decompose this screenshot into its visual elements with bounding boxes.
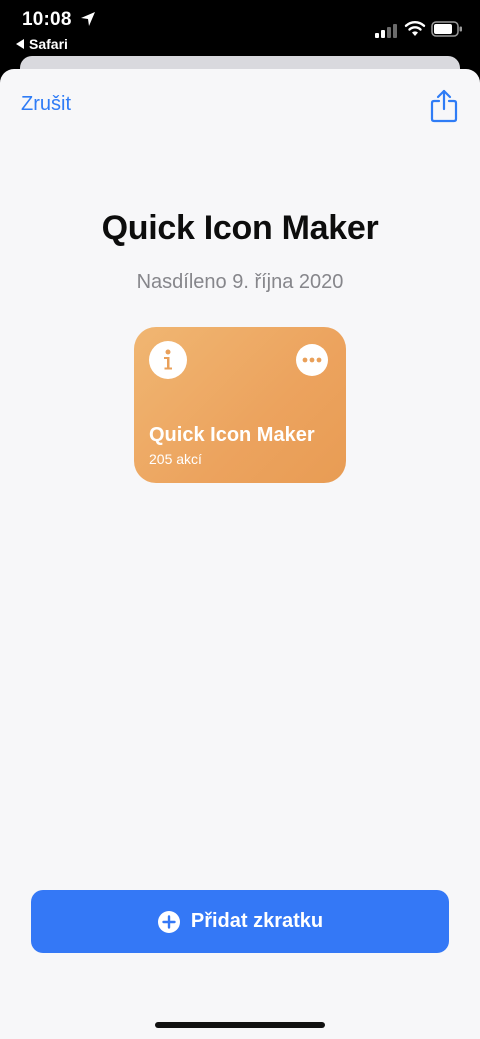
shortcut-title: Quick Icon Maker: [101, 209, 379, 247]
add-shortcut-button[interactable]: Přidat zkratku: [31, 890, 449, 953]
shortcut-sheet: Zrušit Quick Icon Maker Nasdíleno 9. říj…: [0, 69, 480, 1039]
back-to-safari-button[interactable]: Safari: [16, 36, 68, 52]
signal-icon: [375, 24, 397, 38]
wifi-icon: [404, 21, 426, 36]
more-button[interactable]: [296, 344, 328, 376]
card-action-count: 205 akcí: [149, 451, 202, 467]
share-icon[interactable]: [430, 89, 458, 123]
battery-icon: [431, 21, 462, 37]
back-app-label: Safari: [29, 36, 68, 52]
screen: 10:08 Safari Zrušit Quick Icon Maker Nas…: [0, 0, 480, 1039]
status-bar: 10:08 Safari: [0, 0, 480, 56]
info-button[interactable]: [149, 341, 187, 379]
cancel-button[interactable]: Zrušit: [21, 93, 71, 116]
back-triangle-icon: [16, 39, 24, 49]
shared-date: Nasdíleno 9. října 2020: [136, 271, 344, 293]
home-indicator[interactable]: [155, 1022, 325, 1028]
info-icon: [164, 349, 172, 370]
location-arrow-icon: [81, 12, 95, 26]
more-icon: [302, 357, 322, 363]
status-time: 10:08: [22, 9, 72, 30]
plus-circle-icon: [157, 910, 180, 933]
add-shortcut-label: Přidat zkratku: [190, 910, 324, 932]
shortcut-card[interactable]: Quick Icon Maker 205 akcí: [134, 327, 346, 483]
card-title: Quick Icon Maker: [149, 424, 315, 446]
